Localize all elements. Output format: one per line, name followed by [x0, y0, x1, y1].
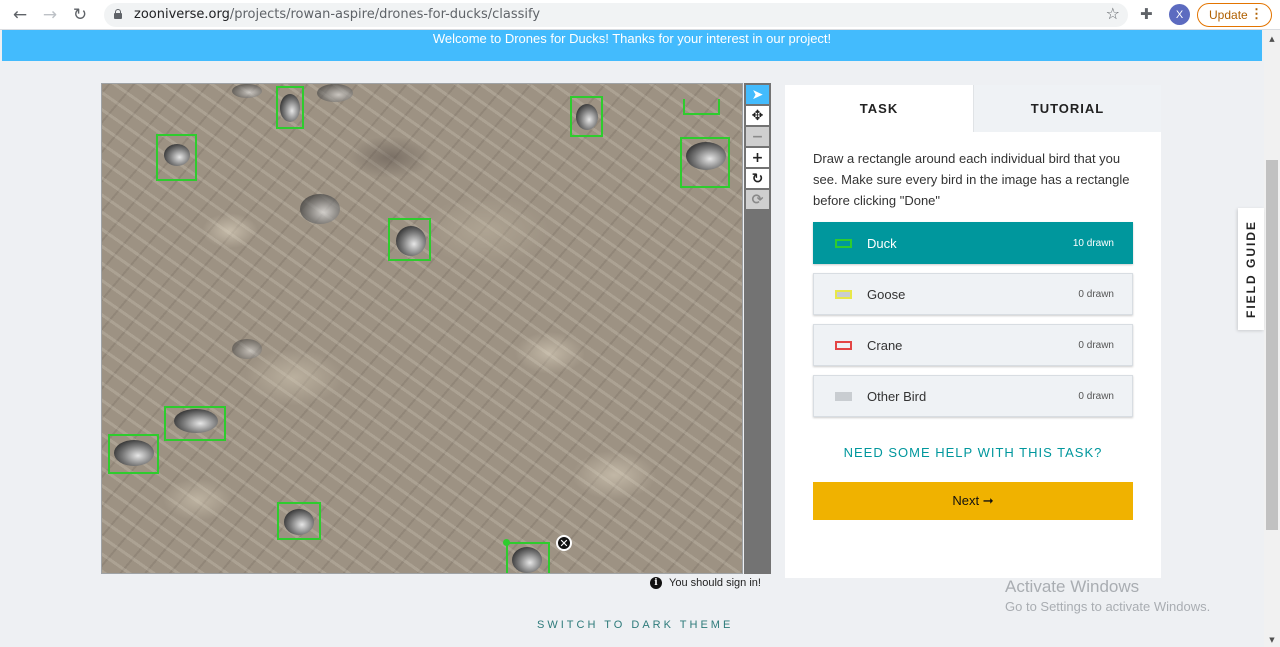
task-tabs: TASK TUTORIAL	[785, 85, 1161, 132]
signin-notice: i You should sign in!	[650, 577, 761, 589]
update-button[interactable]: Update ⋮	[1197, 3, 1272, 27]
answer-count: 0 drawn	[1078, 390, 1114, 402]
need-help-link[interactable]: NEED SOME HELP WITH THIS TASK?	[813, 445, 1133, 460]
signin-notice-text: You should sign in!	[669, 577, 761, 589]
image-toolbar: ➤ ✥ − + ↻ ⟳	[744, 83, 771, 574]
duck-rectangle[interactable]	[156, 134, 197, 181]
duck-rectangle[interactable]	[683, 99, 720, 115]
duck-rectangle[interactable]	[164, 406, 226, 441]
annotate-pointer-icon[interactable]: ➤	[746, 85, 769, 104]
watermark-line2: Go to Settings to activate Windows.	[1005, 599, 1211, 614]
duck-rectangle[interactable]	[108, 434, 159, 474]
goose-swatch-icon	[835, 289, 852, 299]
welcome-banner: Welcome to Drones for Ducks! Thanks for …	[2, 30, 1262, 61]
update-label: Update	[1209, 8, 1248, 22]
answer-count: 0 drawn	[1078, 288, 1114, 300]
profile-avatar[interactable]: X	[1169, 4, 1190, 25]
address-bar[interactable]: zooniverse.org/projects/rowan-aspire/dro…	[104, 3, 1128, 27]
field-guide-tab[interactable]: FIELD GUIDE	[1238, 208, 1264, 330]
rectangle-resize-handle[interactable]	[503, 539, 510, 546]
duck-rectangle[interactable]	[276, 86, 304, 129]
duck-rectangle-selected[interactable]	[506, 542, 550, 573]
delete-rectangle-icon[interactable]: ✕	[556, 535, 572, 551]
pan-move-icon[interactable]: ✥	[746, 106, 769, 125]
field-guide-label: FIELD GUIDE	[1244, 219, 1258, 319]
answer-label: Duck	[867, 235, 897, 251]
subject-image-viewer[interactable]	[101, 83, 743, 574]
bird	[232, 84, 262, 98]
answer-count: 10 drawn	[1072, 237, 1114, 249]
answer-label: Other Bird	[867, 388, 927, 404]
duck-rectangle[interactable]	[570, 96, 603, 137]
duck-rectangle[interactable]	[680, 137, 730, 188]
duck-rectangle[interactable]	[388, 218, 431, 261]
bird	[232, 339, 262, 359]
browser-toolbar: ← → ↻ zooniverse.org/projects/rowan-aspi…	[0, 0, 1280, 30]
answer-duck[interactable]: Duck 10 drawn	[813, 222, 1133, 264]
kebab-menu-icon: ⋮	[1250, 6, 1263, 21]
watermark-line1: Activate Windows	[1005, 577, 1140, 596]
scroll-down-arrow-icon[interactable]: ▼	[1264, 633, 1280, 647]
other-bird-swatch-icon	[835, 391, 852, 401]
bird	[300, 194, 340, 224]
scroll-thumb[interactable]	[1266, 160, 1278, 530]
duck-rectangle[interactable]	[277, 502, 321, 540]
switch-dark-theme-link[interactable]: SWITCH TO DARK THEME	[537, 619, 733, 631]
page-scrollbar[interactable]: ▲ ▼	[1264, 30, 1280, 647]
extensions-puzzle-icon[interactable]: ✚	[1140, 5, 1153, 23]
scroll-up-arrow-icon[interactable]: ▲	[1264, 32, 1280, 46]
task-panel: TASK TUTORIAL Draw a rectangle around ea…	[785, 85, 1161, 578]
reset-view-icon[interactable]: ⟳	[746, 190, 769, 209]
task-instructions: Draw a rectangle around each individual …	[813, 151, 1130, 208]
back-arrow-icon[interactable]: ←	[10, 5, 30, 25]
duck-swatch-icon	[835, 238, 852, 248]
rotate-icon[interactable]: ↻	[746, 169, 769, 188]
reload-icon[interactable]: ↻	[70, 5, 90, 25]
zoom-out-icon[interactable]: −	[746, 127, 769, 146]
answer-label: Crane	[867, 337, 903, 353]
zoom-in-icon[interactable]: +	[746, 148, 769, 167]
bird	[317, 84, 353, 102]
next-button[interactable]: Next ➞	[813, 482, 1133, 520]
answer-crane[interactable]: Crane 0 drawn	[813, 324, 1133, 366]
url-text: zooniverse.org/projects/rowan-aspire/dro…	[134, 7, 540, 22]
info-icon: i	[650, 577, 662, 589]
tab-tutorial[interactable]: TUTORIAL	[973, 85, 1161, 132]
url-host: zooniverse.org	[134, 7, 230, 22]
bookmark-star-icon[interactable]: ☆	[1106, 4, 1120, 23]
activate-windows-watermark: Activate Windows Go to Settings to activ…	[1005, 577, 1210, 614]
answer-other-bird[interactable]: Other Bird 0 drawn	[813, 375, 1133, 417]
url-path: /projects/rowan-aspire/drones-for-ducks/…	[229, 7, 541, 22]
tab-task[interactable]: TASK	[785, 85, 973, 132]
lock-icon	[114, 9, 122, 19]
forward-arrow-icon[interactable]: →	[40, 5, 60, 25]
answer-label: Goose	[867, 286, 906, 302]
answer-goose[interactable]: Goose 0 drawn	[813, 273, 1133, 315]
crane-swatch-icon	[835, 340, 852, 350]
answer-count: 0 drawn	[1078, 339, 1114, 351]
